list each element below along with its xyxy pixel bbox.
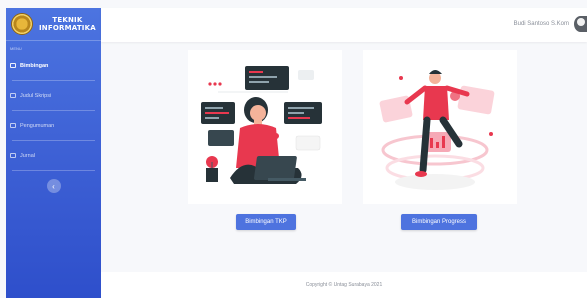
bimbingan-tkp-button[interactable]: Bimbingan TKP: [236, 214, 296, 230]
user-menu[interactable]: Budi Santoso S.Kom: [514, 16, 587, 32]
sidebar-item-label: Bimbingan: [20, 62, 49, 69]
card-bimbingan-tkp: [188, 50, 342, 204]
chevron-left-icon: ‹: [52, 181, 55, 191]
document-icon: [10, 93, 16, 98]
topbar: Budi Santoso S.Kom: [101, 8, 587, 42]
sidebar: TEKNIK INFORMATIKA Menu Bimbingan Judul …: [6, 8, 101, 298]
progress-illustration: [363, 50, 517, 204]
programmer-illustration: [188, 50, 342, 204]
card-bimbingan-progress: [363, 50, 517, 204]
book-icon: [10, 153, 16, 158]
megaphone-icon: [10, 123, 16, 128]
sidebar-item-jurnal[interactable]: Jurnal: [6, 143, 101, 168]
sidebar-item-judul-skripsi[interactable]: Judul Skripsi: [6, 83, 101, 108]
sidebar-toggle-button[interactable]: ‹: [46, 179, 61, 193]
university-logo: [11, 13, 33, 35]
avatar: [574, 16, 587, 32]
sidebar-divider: [12, 170, 95, 171]
sidebar-divider: [12, 110, 95, 111]
footer: Copyright © Untag Surabaya 2021: [101, 272, 587, 298]
user-name: Budi Santoso S.Kom: [513, 21, 569, 27]
sidebar-item-label: Pengumuman: [20, 122, 55, 129]
brand-title: TEKNIK INFORMATIKA: [39, 16, 96, 32]
sidebar-item-label: Judul Skripsi: [20, 92, 52, 99]
sidebar-divider: [12, 140, 95, 141]
sidebar-item-label: Jurnal: [20, 152, 35, 159]
sidebar-item-bimbingan[interactable]: Bimbingan: [6, 53, 101, 78]
bimbingan-progress-button[interactable]: Bimbingan Progress: [401, 214, 477, 230]
sidebar-section-label: Menu: [10, 46, 22, 51]
sidebar-item-pengumuman[interactable]: Pengumuman: [6, 113, 101, 138]
sidebar-divider: [12, 80, 95, 81]
copyright-text: Copyright © Untag Surabaya 2021: [305, 282, 383, 288]
brand[interactable]: TEKNIK INFORMATIKA: [6, 8, 101, 41]
list-icon: [10, 63, 16, 68]
